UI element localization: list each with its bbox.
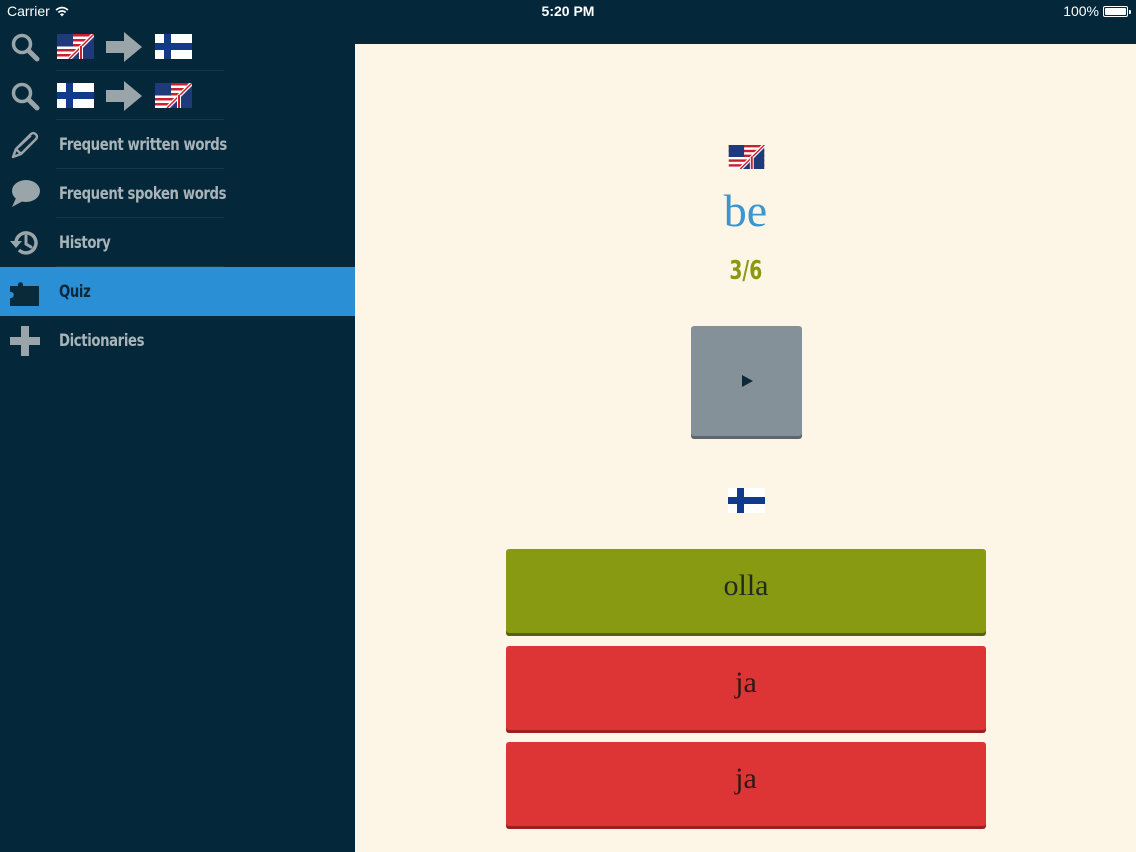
sidebar-item-dictionaries[interactable]: Dictionaries xyxy=(0,316,355,365)
sidebar-item-search-fi-en[interactable] xyxy=(0,71,355,120)
quiz-progress: 3/6 xyxy=(355,256,1136,286)
sidebar-item-label: Frequent written words xyxy=(59,134,227,155)
sidebar-item-frequent-spoken[interactable]: Frequent spoken words xyxy=(0,169,355,218)
battery-indicator: 100% xyxy=(1063,3,1131,19)
answer-label: ja xyxy=(735,762,757,795)
battery-icon xyxy=(1103,5,1131,17)
sidebar-item-label: Frequent spoken words xyxy=(59,183,227,204)
sidebar-item-history[interactable]: History xyxy=(0,218,355,267)
sidebar: Frequent written words Frequent spoken w… xyxy=(0,22,355,852)
pen-icon xyxy=(8,128,42,162)
arrow-right-icon xyxy=(106,31,142,62)
sidebar-item-quiz[interactable]: Quiz xyxy=(0,267,355,316)
sidebar-item-label: Quiz xyxy=(59,281,91,302)
finland-flag-icon xyxy=(57,83,94,108)
answer-label: olla xyxy=(723,569,769,602)
history-icon xyxy=(8,226,42,260)
quiz-progress-text: 3/6 xyxy=(729,256,762,286)
speech-bubble-icon xyxy=(8,177,42,211)
battery-percent: 100% xyxy=(1063,3,1099,19)
answer-button-1[interactable]: olla xyxy=(506,549,986,633)
sidebar-item-label: History xyxy=(59,232,111,253)
plus-icon xyxy=(8,324,42,358)
uk-us-flag-icon xyxy=(155,83,192,108)
arrow-right-icon xyxy=(106,80,142,111)
answer-label: ja xyxy=(735,666,757,699)
uk-us-flag-icon xyxy=(728,145,765,169)
search-icon xyxy=(8,30,42,64)
sidebar-item-label: Dictionaries xyxy=(59,330,145,351)
quiz-panel: be 3/6 olla ja ja xyxy=(355,44,1136,852)
uk-us-flag-icon xyxy=(57,34,94,59)
sidebar-item-search-en-fi[interactable] xyxy=(0,22,355,71)
finland-flag-icon xyxy=(155,34,192,59)
play-icon xyxy=(741,375,753,387)
answer-button-3[interactable]: ja xyxy=(506,742,986,826)
answer-button-2[interactable]: ja xyxy=(506,646,986,730)
clock: 5:20 PM xyxy=(541,3,595,19)
search-icon xyxy=(8,79,42,113)
sidebar-item-frequent-written[interactable]: Frequent written words xyxy=(0,120,355,169)
quiz-word: be xyxy=(723,185,768,236)
finland-flag-icon xyxy=(728,488,765,513)
play-audio-button[interactable] xyxy=(691,326,802,436)
puzzle-icon xyxy=(8,275,42,309)
status-bar: Carrier 5:20 PM 100% xyxy=(0,0,1136,22)
